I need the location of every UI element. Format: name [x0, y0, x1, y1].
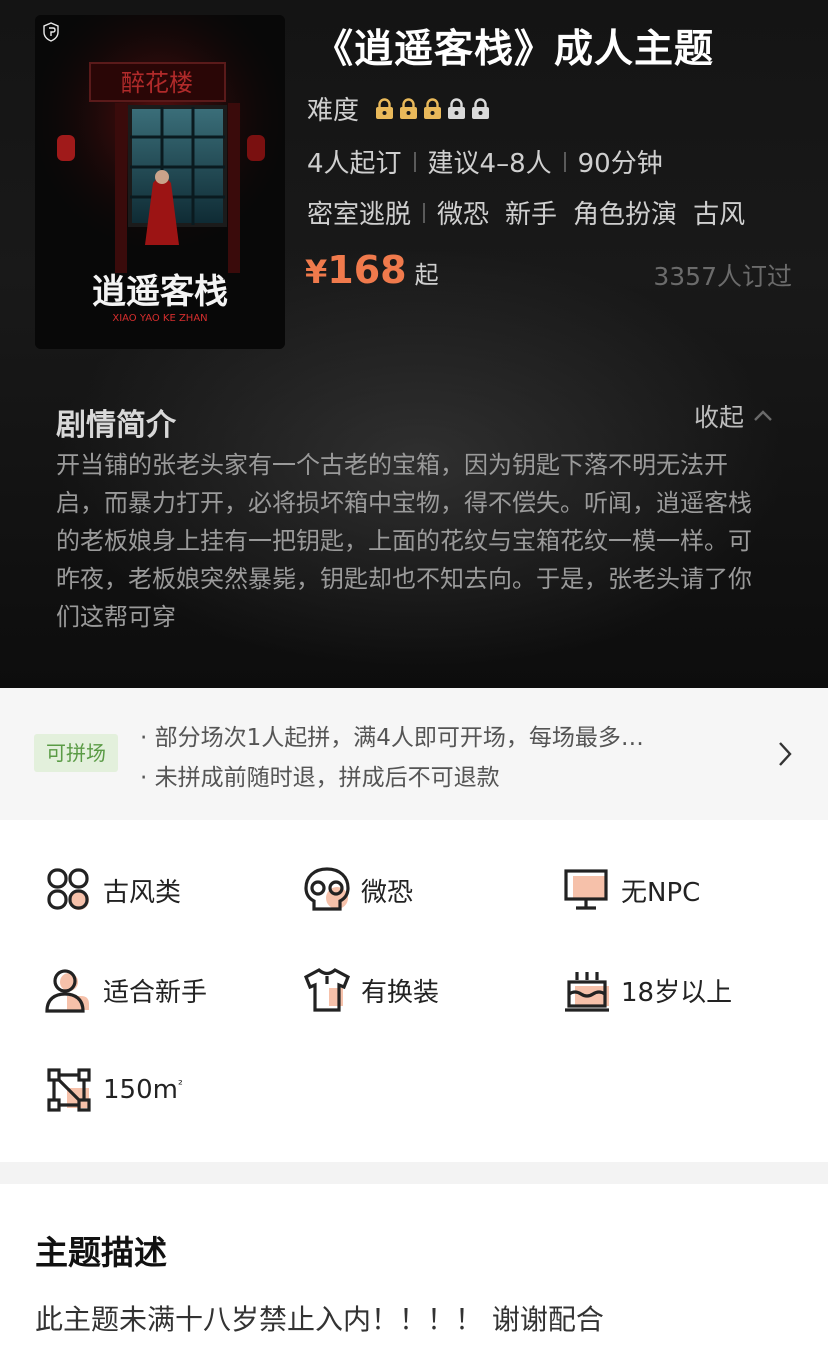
feature-label: 古风类 [103, 877, 182, 908]
poster-signboard: 醉花楼 [121, 69, 193, 97]
collapse-button[interactable]: 收起 [694, 398, 774, 434]
skull-icon [304, 867, 350, 911]
tag-roleplay: 角色扮演 [573, 200, 678, 230]
page-title: 《逍遥客栈》成人主题 [314, 27, 715, 72]
poster-subtitle: XIAO YAO KE ZHAN [112, 313, 207, 324]
lock-icon-filled [424, 97, 442, 119]
feature-label: 有换装 [361, 977, 440, 1008]
feature-item: 古风类 [45, 866, 181, 914]
chevron-right-icon [779, 742, 792, 766]
synopsis-title: 剧情简介 [56, 408, 176, 443]
synopsis-text: 开当铺的张老头家有一个古老的宝箱，因为钥匙下落不明无法开启，而暴力打开，必将损坏… [56, 451, 752, 631]
tag-ancient: 古风 [693, 200, 746, 230]
tag-horror: 微恐 [437, 200, 490, 230]
collapse-label: 收起 [693, 403, 744, 432]
tag-category: 密室逃脱 [307, 200, 412, 230]
group-session-row[interactable]: 可拼场 · 部分场次1人起拼，满4人即可开场，每场最多… · 未拼成前随时退，拼… [0, 688, 828, 820]
poster-image: 醉花楼 逍遥客栈 XIAO YAO KE ZHAN [35, 15, 285, 349]
monitor-icon [564, 869, 608, 910]
theme-desc-title: 主题描述 [35, 1233, 167, 1272]
feature-label: 150m² [103, 1075, 183, 1105]
feature-item: 无NPC [563, 866, 700, 914]
feature-label: 微恐 [361, 877, 414, 908]
difficulty-label: 难度 [307, 96, 360, 126]
difficulty-row: 难度 [307, 90, 495, 127]
price: ¥ 168 起 [305, 248, 439, 292]
difficulty-locks [375, 97, 495, 120]
app-root: 醉花楼 逍遥客栈 XIAO YAO KE ZHAN 《逍遥客栈》成人主题 难度 … [0, 0, 828, 1346]
price-suffix: 起 [414, 261, 439, 289]
feature-label: 18岁以上 [621, 977, 733, 1008]
feature-item: 有换装 [303, 966, 439, 1014]
feature-grid: 古风类 微恐 无NPC 适合新手 有换装 18岁以上 150m² [0, 820, 828, 1162]
group-badge: 可拼场 [34, 734, 118, 772]
theme-description: 主题描述 此主题未满十八岁禁止入内！！！！ 谢谢配合 [0, 1184, 828, 1346]
shirt-icon [303, 968, 351, 1012]
theme-desc-text: 此主题未满十八岁禁止入内！！！！ 谢谢配合 [35, 1303, 604, 1336]
feature-item: 微恐 [303, 866, 413, 914]
price-currency: ¥ [305, 253, 328, 291]
divider [423, 202, 426, 223]
lock-icon-filled [400, 97, 418, 119]
suggested-players: 建议4–8人 [427, 149, 552, 179]
feature-item: 适合新手 [45, 966, 207, 1014]
section-divider [0, 1162, 828, 1184]
booked-count: 3357人订过 [653, 262, 792, 291]
lock-icon-empty [472, 97, 490, 119]
feature-item: 150m² [45, 1066, 183, 1114]
cake-icon [565, 972, 609, 1012]
min-players: 4人起订 [307, 149, 402, 179]
divider [563, 151, 566, 172]
chevron-up-icon [754, 410, 772, 421]
tag-beginner: 新手 [505, 200, 558, 230]
duration: 90分钟 [577, 149, 663, 179]
area-icon [47, 1068, 91, 1112]
feature-label: 适合新手 [103, 977, 208, 1008]
group-rule-line: · 部分场次1人起拼，满4人即可开场，每场最多… [140, 725, 644, 751]
lock-icon-filled [376, 97, 394, 119]
divider [413, 151, 416, 172]
brand-shield-icon [43, 22, 59, 42]
lock-icon-empty [448, 97, 466, 119]
hero-section: 醉花楼 逍遥客栈 XIAO YAO KE ZHAN 《逍遥客栈》成人主题 难度 … [0, 0, 828, 688]
tags-row: 密室逃脱 微恐 新手 角色扮演 古风 [307, 194, 745, 231]
style-grid-icon [47, 868, 89, 910]
group-rule-line: · 未拼成前随时退，拼成后不可退款 [140, 765, 500, 791]
info-row: 4人起订 建议4–8人 90分钟 [307, 143, 663, 180]
price-value: 168 [327, 248, 407, 292]
feature-item: 18岁以上 [563, 966, 732, 1014]
poster-title: 逍遥客栈 [92, 272, 228, 312]
square-sup: ² [177, 1077, 183, 1092]
feature-label: 无NPC [621, 877, 701, 908]
person-icon [45, 969, 89, 1013]
